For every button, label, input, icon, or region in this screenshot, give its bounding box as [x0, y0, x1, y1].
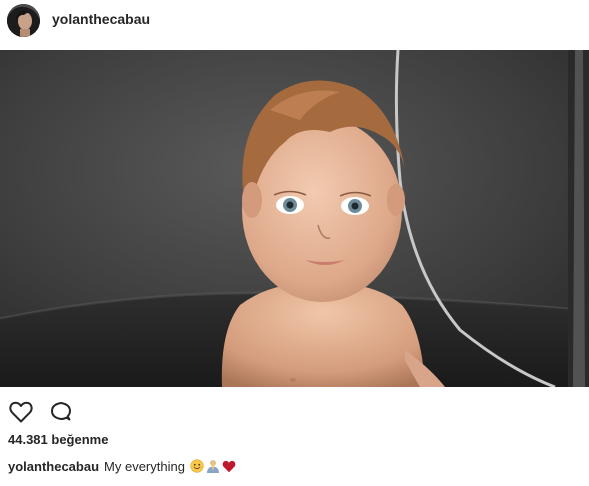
likes-count[interactable]: 44.381 beğenme	[8, 432, 108, 447]
post-actions	[8, 399, 74, 425]
comment-button[interactable]	[48, 399, 74, 425]
comment-bubble-icon	[51, 402, 71, 421]
caption-text: My everything	[104, 459, 185, 474]
instagram-post: yolanthecabau 44.381 beğenme yolanthecab…	[0, 0, 589, 486]
avatar-photo	[7, 4, 40, 37]
post-header: yolanthecabau	[0, 0, 589, 44]
heart-outline-icon	[9, 401, 33, 423]
smiling-face-emoji	[189, 459, 204, 476]
person-praying-emoji	[205, 459, 221, 476]
post-image	[0, 50, 589, 387]
caption-username[interactable]: yolanthecabau	[8, 459, 99, 474]
header-username[interactable]: yolanthecabau	[52, 11, 150, 27]
avatar[interactable]	[7, 4, 40, 37]
post-caption: yolanthecabau My everything	[8, 459, 236, 476]
post-photo[interactable]	[0, 50, 589, 387]
red-heart-emoji	[222, 460, 236, 476]
like-button[interactable]	[8, 399, 34, 425]
